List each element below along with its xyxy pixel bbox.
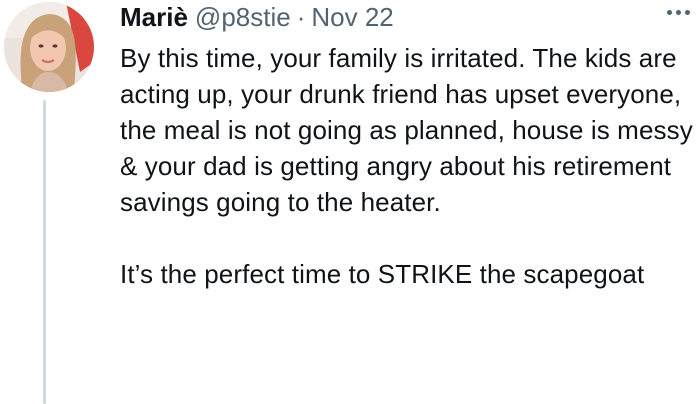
author-handle[interactable]: @p8stie bbox=[195, 0, 291, 34]
more-horizontal-icon bbox=[676, 10, 681, 15]
more-options-button[interactable] bbox=[667, 10, 690, 15]
header-separator: · bbox=[296, 2, 306, 32]
more-horizontal-icon bbox=[685, 10, 690, 15]
tweet[interactable]: Mariè @p8stie · Nov 22 By this time, you… bbox=[0, 0, 700, 404]
tweet-text: By this time, your family is irritated. … bbox=[120, 40, 695, 292]
author-name[interactable]: Mariè bbox=[120, 0, 188, 34]
tweet-date[interactable]: Nov 22 bbox=[311, 0, 393, 34]
avatar-image bbox=[4, 2, 94, 92]
avatar[interactable] bbox=[4, 2, 94, 92]
thread-connector-line bbox=[43, 100, 46, 404]
tweet-text-paragraph: By this time, your family is irritated. … bbox=[120, 43, 693, 217]
more-horizontal-icon bbox=[667, 10, 672, 15]
tweet-text-paragraph: It’s the perfect time to STRIKE the scap… bbox=[120, 259, 645, 289]
tweet-header: Mariè @p8stie · Nov 22 bbox=[120, 0, 394, 34]
